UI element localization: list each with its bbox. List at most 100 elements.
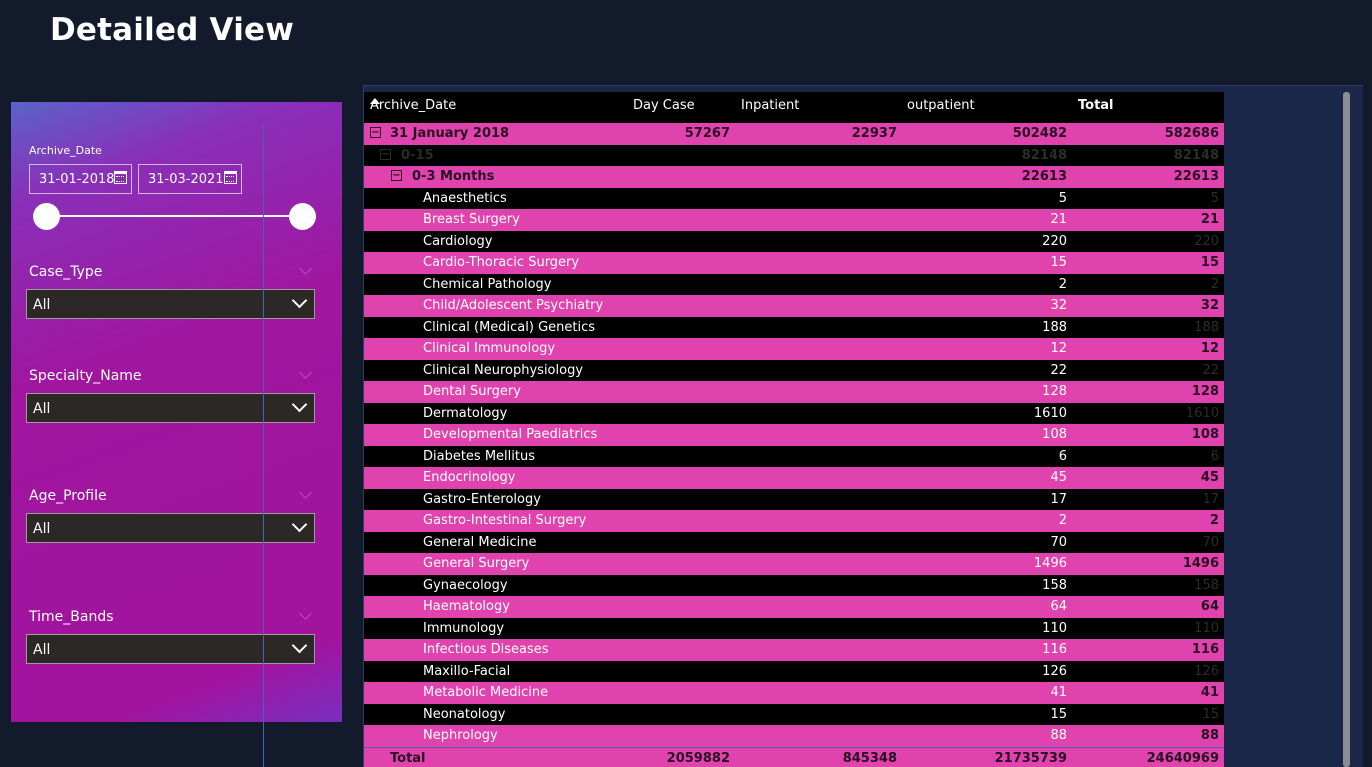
table-row[interactable]: Dental Surgery 128 128 <box>364 381 1224 403</box>
collapse-icon[interactable]: − <box>370 127 381 138</box>
total-label: Total <box>390 750 426 766</box>
table-row[interactable]: Infectious Diseases 116 116 <box>364 639 1224 661</box>
age-total: 82148 <box>1173 147 1219 163</box>
date-group-row[interactable]: − 31 January 2018 57267 22937 502482 582… <box>364 123 1224 145</box>
specialty-name: Child/Adolescent Psychiatry <box>423 298 604 313</box>
table-row[interactable]: General Medicine 70 70 <box>364 531 1224 553</box>
archive-date-label: Archive_Date <box>29 144 102 157</box>
end-date-value: 31-03-2021 <box>148 172 224 187</box>
table-row[interactable]: General Surgery 1496 1496 <box>364 553 1224 575</box>
calendar-icon[interactable] <box>224 171 237 184</box>
chevron-down-icon <box>291 292 308 309</box>
case-type-label: Case_Type <box>29 264 103 280</box>
table-row[interactable]: Clinical Neurophysiology 22 22 <box>364 359 1224 381</box>
total-value: 2 <box>1209 513 1219 528</box>
vertical-scrollbar[interactable] <box>1343 92 1350 767</box>
outpatient-value: 110 <box>1042 620 1067 636</box>
table-row[interactable]: Gastro-Enterology 17 17 <box>364 488 1224 510</box>
outpatient-value: 2 <box>1058 276 1067 292</box>
total-inpatient: 845348 <box>842 750 897 766</box>
specialty-name: Infectious Diseases <box>423 642 549 657</box>
chevron-down-icon[interactable] <box>299 607 312 620</box>
specialty-name: Developmental Paediatrics <box>423 427 598 442</box>
date-range-end-handle[interactable] <box>289 203 316 230</box>
outpatient-value: 5 <box>1058 190 1067 206</box>
chevron-down-icon[interactable] <box>299 366 312 379</box>
header-inpatient[interactable]: Inpatient <box>741 98 799 113</box>
table-row[interactable]: Chemical Pathology 2 2 <box>364 273 1224 295</box>
table-row[interactable]: Cardiology 220 220 <box>364 230 1224 252</box>
total-total: 24640969 <box>1146 750 1219 766</box>
total-value: 220 <box>1194 233 1219 249</box>
table-row[interactable]: Metabolic Medicine 41 41 <box>364 682 1224 704</box>
table-row[interactable]: Maxillo-Facial 126 126 <box>364 660 1224 682</box>
collapse-icon[interactable]: − <box>391 170 402 181</box>
calendar-icon[interactable] <box>114 171 127 184</box>
date-range-start-handle[interactable] <box>33 203 60 230</box>
sort-ascending-icon[interactable] <box>370 98 380 104</box>
header-archive-date[interactable]: Archive_Date <box>370 98 456 113</box>
table-row[interactable]: Gynaecology 158 158 <box>364 574 1224 596</box>
specialty-name: Cardio-Thoracic Surgery <box>423 255 580 270</box>
total-outpatient: 21735739 <box>994 750 1067 766</box>
table-row[interactable]: Nephrology 88 88 <box>364 725 1224 747</box>
date-total: 582686 <box>1164 126 1219 141</box>
age-group-row[interactable]: − 0-15 82148 82148 <box>364 144 1224 166</box>
table-row[interactable]: Gastro-Intestinal Surgery 2 2 <box>364 510 1224 532</box>
case-type-dropdown[interactable]: All <box>26 289 315 319</box>
table-row[interactable]: Cardio-Thoracic Surgery 15 15 <box>364 252 1224 274</box>
specialty-name-dropdown[interactable]: All <box>26 393 315 423</box>
table-row[interactable]: Haematology 64 64 <box>364 596 1224 618</box>
specialty-name: Gynaecology <box>423 577 508 593</box>
total-value: 158 <box>1194 577 1219 593</box>
band-outpatient: 22613 <box>1021 169 1067 184</box>
outpatient-value: 15 <box>1050 706 1067 722</box>
time-bands-dropdown[interactable]: All <box>26 634 315 664</box>
table-row[interactable]: Neonatology 15 15 <box>364 703 1224 725</box>
total-value: 88 <box>1200 728 1219 743</box>
date-range-slider-track[interactable] <box>46 215 303 217</box>
total-value: 108 <box>1191 427 1219 442</box>
case-type-value: All <box>33 297 51 313</box>
specialty-name: Neonatology <box>423 706 506 722</box>
table-row[interactable]: Child/Adolescent Psychiatry 32 32 <box>364 295 1224 317</box>
table-row[interactable]: Diabetes Mellitus 6 6 <box>364 445 1224 467</box>
collapse-icon[interactable]: − <box>380 148 391 160</box>
outpatient-value: 1496 <box>1033 556 1067 571</box>
age-profile-dropdown[interactable]: All <box>26 513 315 543</box>
date-day-case: 57267 <box>684 126 730 141</box>
table-row[interactable]: Breast Surgery 21 21 <box>364 209 1224 231</box>
table-row[interactable]: Dermatology 1610 1610 <box>364 402 1224 424</box>
total-value: 188 <box>1194 319 1219 335</box>
start-date-input[interactable]: 31-01-2018 <box>29 164 132 194</box>
chevron-down-icon <box>291 516 308 533</box>
specialty-name-value: All <box>33 401 51 417</box>
table-row[interactable]: Anaesthetics 5 5 <box>364 187 1224 209</box>
end-date-input[interactable]: 31-03-2021 <box>138 164 242 194</box>
specialty-name: Immunology <box>423 620 505 636</box>
band-group-row[interactable]: − 0-3 Months 22613 22613 <box>364 166 1224 188</box>
specialty-name: Clinical (Medical) Genetics <box>423 319 596 335</box>
specialty-name: Nephrology <box>423 728 498 743</box>
table-row[interactable]: Endocrinology 45 45 <box>364 467 1224 489</box>
specialty-name: Gastro-Enterology <box>423 491 541 507</box>
outpatient-value: 12 <box>1050 341 1067 356</box>
total-day-case: 2059882 <box>666 750 730 766</box>
total-value: 12 <box>1200 341 1219 356</box>
specialty-name: General Medicine <box>423 534 537 550</box>
header-outpatient[interactable]: outpatient <box>907 98 975 113</box>
specialty-name: Clinical Immunology <box>423 341 556 356</box>
table-row[interactable]: Immunology 110 110 <box>364 617 1224 639</box>
time-bands-label: Time_Bands <box>29 609 114 625</box>
chevron-down-icon[interactable] <box>299 262 312 275</box>
table-row[interactable]: Clinical (Medical) Genetics 188 188 <box>364 316 1224 338</box>
table-row[interactable]: Clinical Immunology 12 12 <box>364 338 1224 360</box>
total-value: 70 <box>1202 534 1219 550</box>
chevron-down-icon[interactable] <box>299 486 312 499</box>
band-group-label: 0-3 Months <box>412 169 495 184</box>
header-day-case[interactable]: Day Case <box>633 98 695 113</box>
table-row[interactable]: Developmental Paediatrics 108 108 <box>364 424 1224 446</box>
header-total[interactable]: Total <box>1078 98 1114 113</box>
total-value: 45 <box>1200 470 1219 485</box>
outpatient-value: 220 <box>1042 233 1067 249</box>
